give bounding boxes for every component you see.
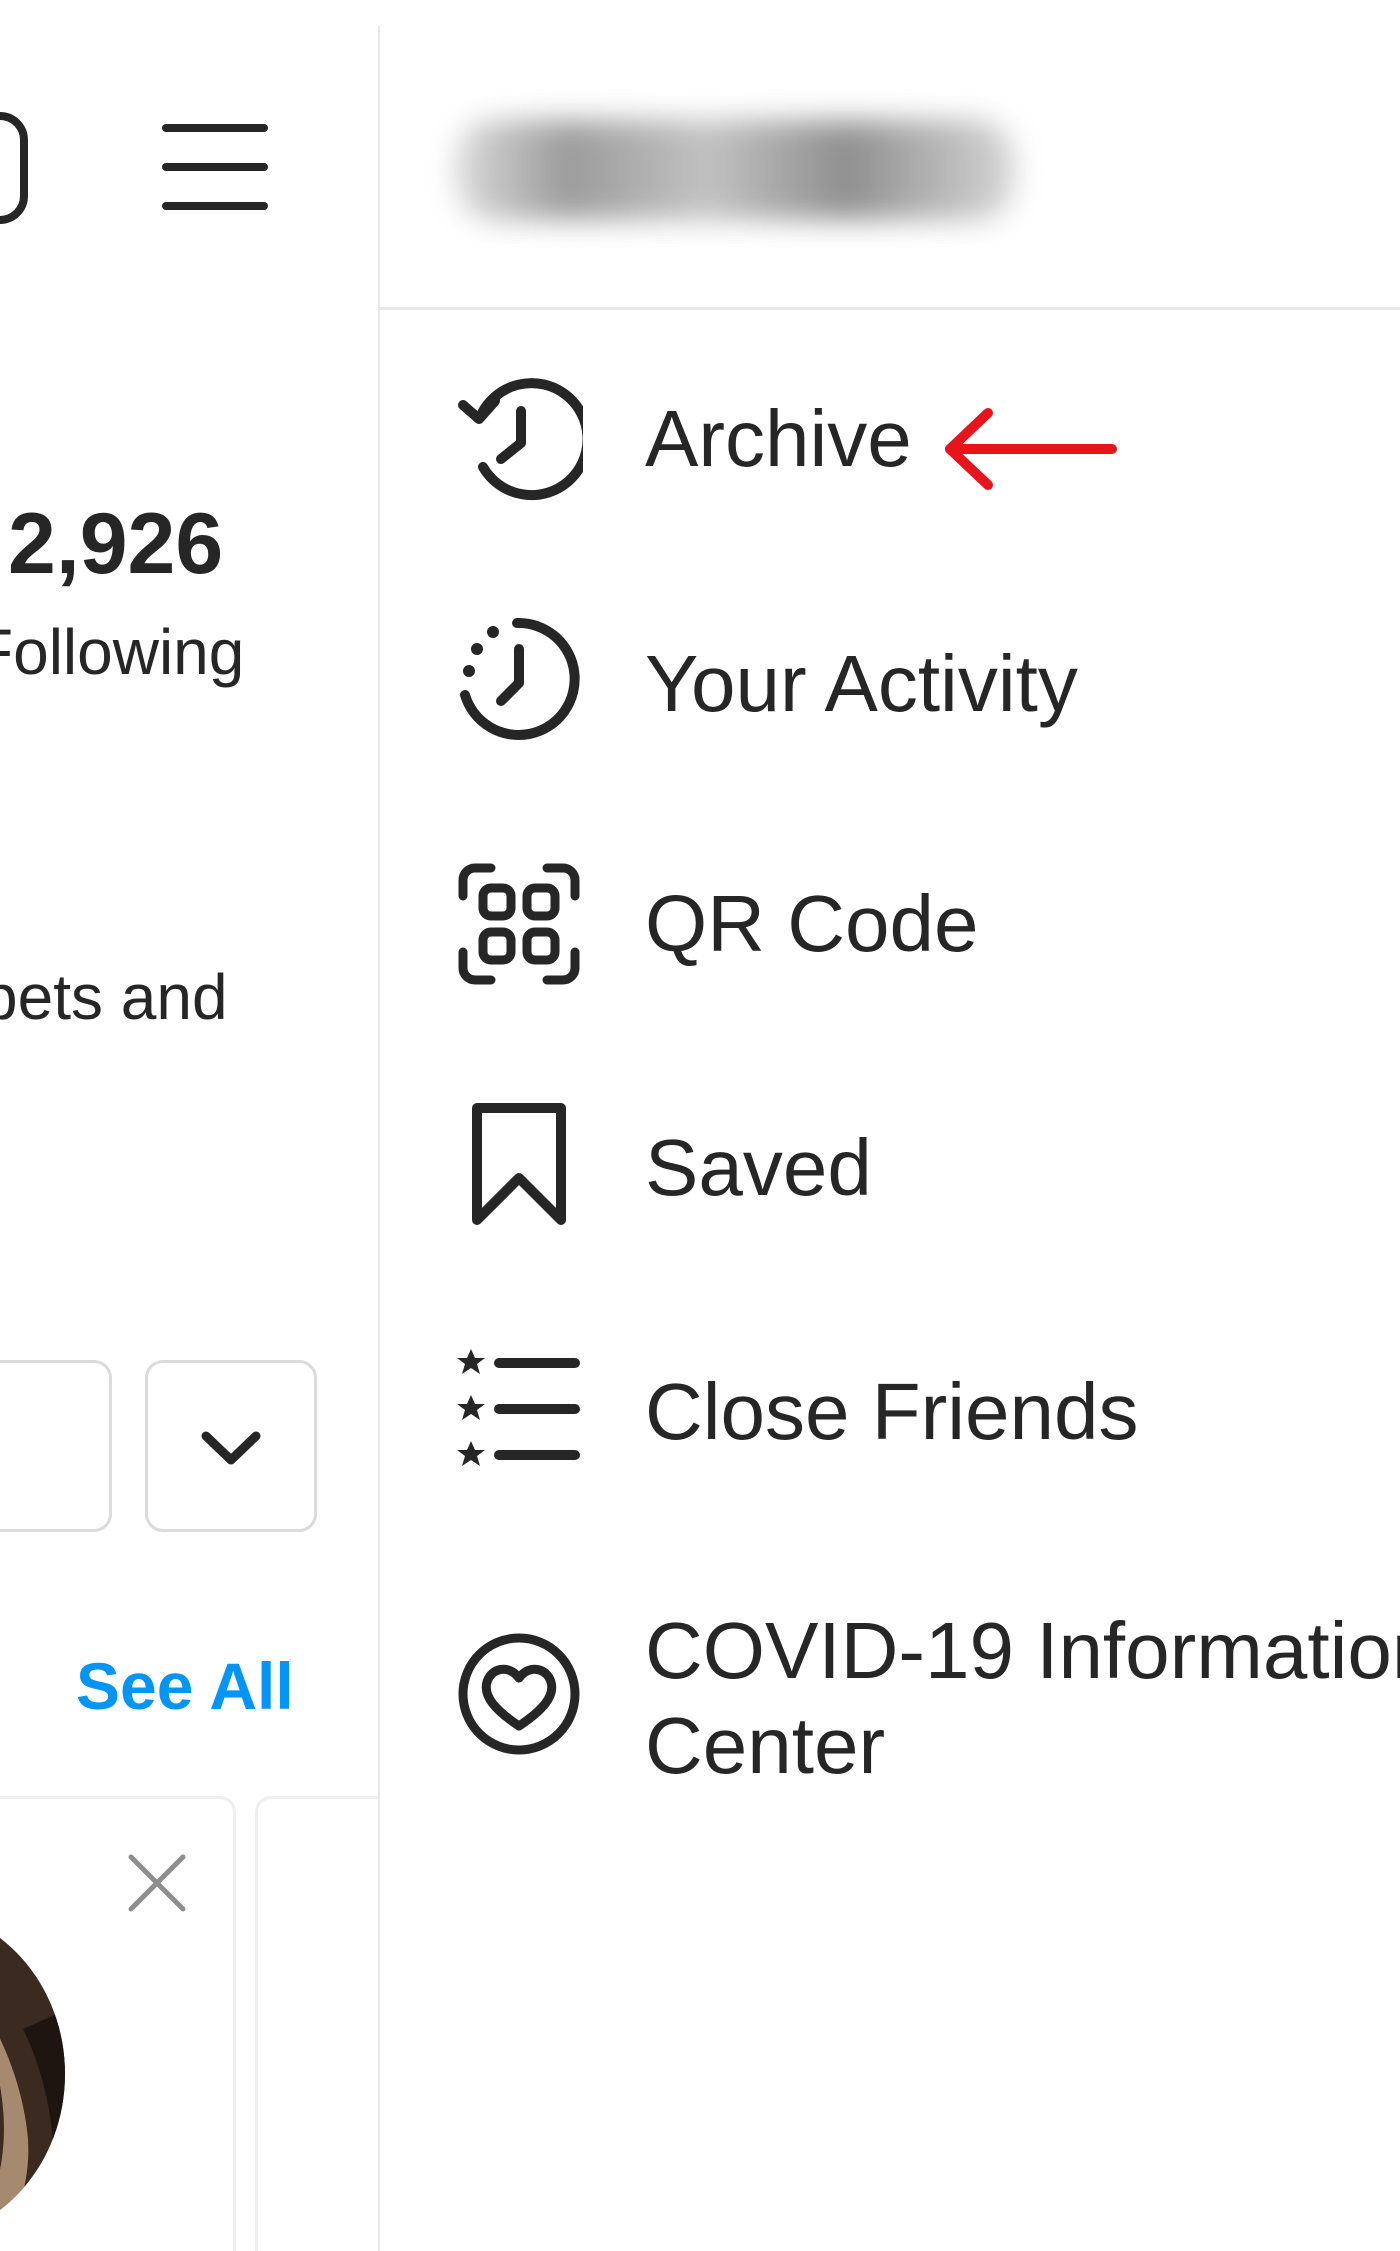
annotation-arrow <box>945 408 1117 490</box>
see-all-link[interactable]: See All <box>76 1648 294 1724</box>
chevron-down-icon <box>201 1431 261 1465</box>
close-friends-icon <box>457 1349 580 1466</box>
suggestions-toggle-button[interactable] <box>145 1360 317 1532</box>
hamburger-menu-icon[interactable] <box>162 122 268 212</box>
edit-profile-button[interactable] <box>0 1360 112 1532</box>
menu-label-qr-code: QR Code <box>645 879 979 968</box>
following-count[interactable]: 2,926 <box>8 495 223 594</box>
menu-label-covid-line1: COVID-19 Information <box>645 1606 1400 1695</box>
archive-icon <box>458 378 583 501</box>
profile-background-pane: 2,926 Following pets and See All <box>0 0 378 2251</box>
menu-label-saved: Saved <box>645 1123 872 1212</box>
close-icon[interactable] <box>125 1851 189 1915</box>
avatar <box>0 1909 65 2239</box>
menu-label-close-friends: Close Friends <box>645 1367 1139 1456</box>
bookmark-icon <box>472 1103 566 1225</box>
menu-label-your-activity: Your Activity <box>645 639 1078 728</box>
suggested-account-card[interactable] <box>0 1796 236 2251</box>
menu-label-archive: Archive <box>645 394 912 483</box>
following-label[interactable]: Following <box>0 615 244 689</box>
qr-code-icon <box>458 863 580 985</box>
your-activity-icon <box>460 617 580 740</box>
username-blurred: stickrobillies <box>455 120 1015 220</box>
menu-label-covid-line2: Center <box>645 1701 886 1790</box>
covid-heart-icon <box>458 1633 580 1755</box>
suggested-account-card[interactable] <box>255 1796 378 2251</box>
username-label: stickrobillies <box>485 142 776 204</box>
profile-bio-text: pets and <box>0 961 228 1033</box>
new-post-icon[interactable] <box>0 110 30 225</box>
